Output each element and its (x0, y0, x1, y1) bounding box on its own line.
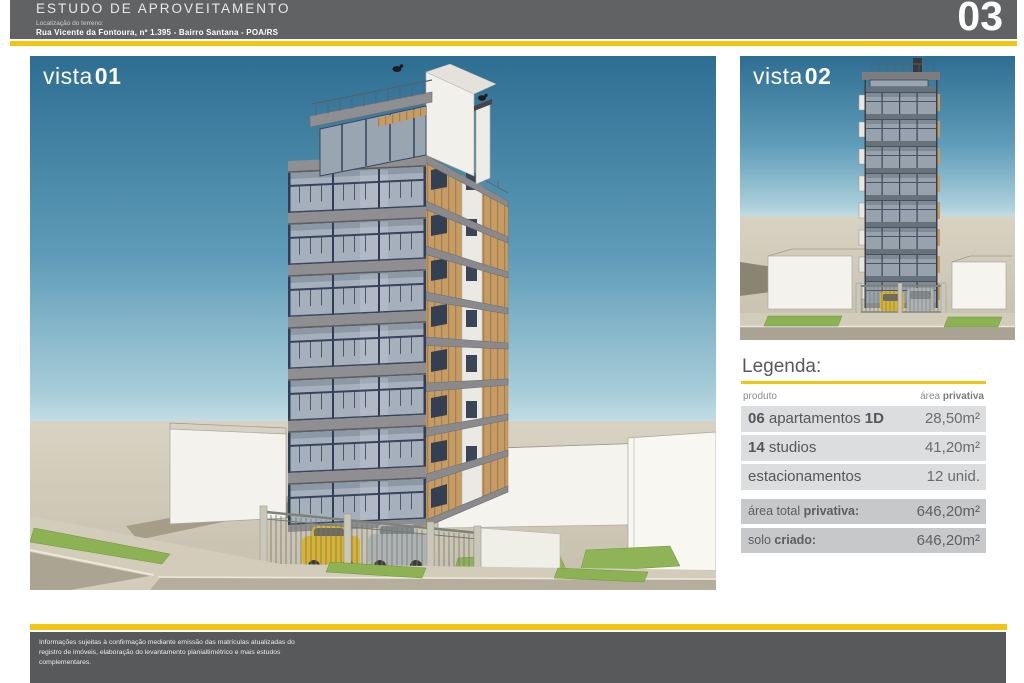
total-label: solo criado: (748, 533, 816, 547)
tower-wood-facade (426, 147, 508, 527)
total-label: área total privativa: (748, 504, 859, 518)
tower-glass-facade (288, 155, 426, 532)
tower-front (859, 58, 940, 308)
total-prefix: área total (748, 504, 804, 518)
table-row: 14 studios 41,20m² (741, 435, 986, 461)
row-label: estacionamentos (748, 468, 861, 485)
vista-02-render (740, 56, 1015, 340)
legend-header-row: produto área privativa (741, 391, 986, 402)
row-name: studios (765, 439, 817, 456)
total-bold: privativa: (804, 504, 860, 518)
legend-yellow-rule (741, 381, 986, 384)
vista-02-panel: vista02 (740, 56, 1015, 340)
col-produto: produto (743, 391, 777, 402)
row-qty: 06 (748, 410, 765, 427)
row-value: 41,20m² (925, 439, 980, 456)
legend-title: Legenda: (742, 356, 986, 378)
vista-02-number: 02 (805, 63, 832, 89)
footer-bar: Informações sujeitas à confirmação media… (30, 632, 1006, 683)
vista-01-label: vista01 (43, 63, 121, 90)
row-name: apartamentos (765, 410, 865, 427)
yellow-rule-top (10, 41, 1017, 46)
table-row: estacionamentos 12 unid. (741, 464, 986, 490)
total-prefix: solo (748, 533, 774, 547)
legend-totals: área total privativa: 646,20m² solo cria… (741, 499, 986, 553)
vista-01-panel: vista01 (30, 56, 716, 590)
row-value: 28,50m² (925, 410, 980, 427)
table-row: 06 apartamentos 1D 28,50m² (741, 406, 986, 432)
neighbor-building-right (952, 256, 1012, 309)
row-tag: 1D (865, 410, 884, 427)
total-row: área total privativa: 646,20m² (741, 499, 986, 524)
row-name: estacionamentos (748, 468, 861, 485)
vista-01-word: vista (43, 63, 93, 89)
legend-section: Legenda: produto área privativa 06 apart… (741, 356, 986, 557)
page-number: 03 (957, 0, 1003, 40)
total-value: 646,20m² (917, 532, 980, 549)
address-text: Rua Vicente da Fontoura, nº 1.395 - Bair… (36, 28, 278, 37)
location-label: Localização do terreno: (36, 20, 104, 27)
row-value: 12 unid. (927, 468, 980, 485)
total-row: solo criado: 646,20m² (741, 528, 986, 553)
row-label: 14 studios (748, 439, 816, 456)
page-title: ESTUDO DE APROVEITAMENTO (36, 1, 291, 16)
col-area: área privativa (920, 391, 984, 402)
col-area-bold: privativa (943, 391, 984, 402)
vista-01-render (30, 56, 716, 590)
vista-02-word: vista (753, 63, 803, 89)
header-bar: ESTUDO DE APROVEITAMENTO Localização do … (10, 0, 1017, 39)
total-bold: criado: (774, 533, 816, 547)
col-area-prefix: área (920, 391, 943, 402)
disclaimer-text: Informações sujeitas à confirmação media… (39, 638, 301, 669)
vista-01-number: 01 (95, 63, 122, 89)
yellow-rule-bottom (30, 624, 1007, 630)
vista-02-label: vista02 (753, 63, 831, 90)
street-foreground (740, 313, 1015, 340)
row-label: 06 apartamentos 1D (748, 410, 884, 427)
total-value: 646,20m² (917, 503, 980, 520)
presentation-slide: ESTUDO DE APROVEITAMENTO Localização do … (0, 0, 1024, 683)
row-qty: 14 (748, 439, 765, 456)
